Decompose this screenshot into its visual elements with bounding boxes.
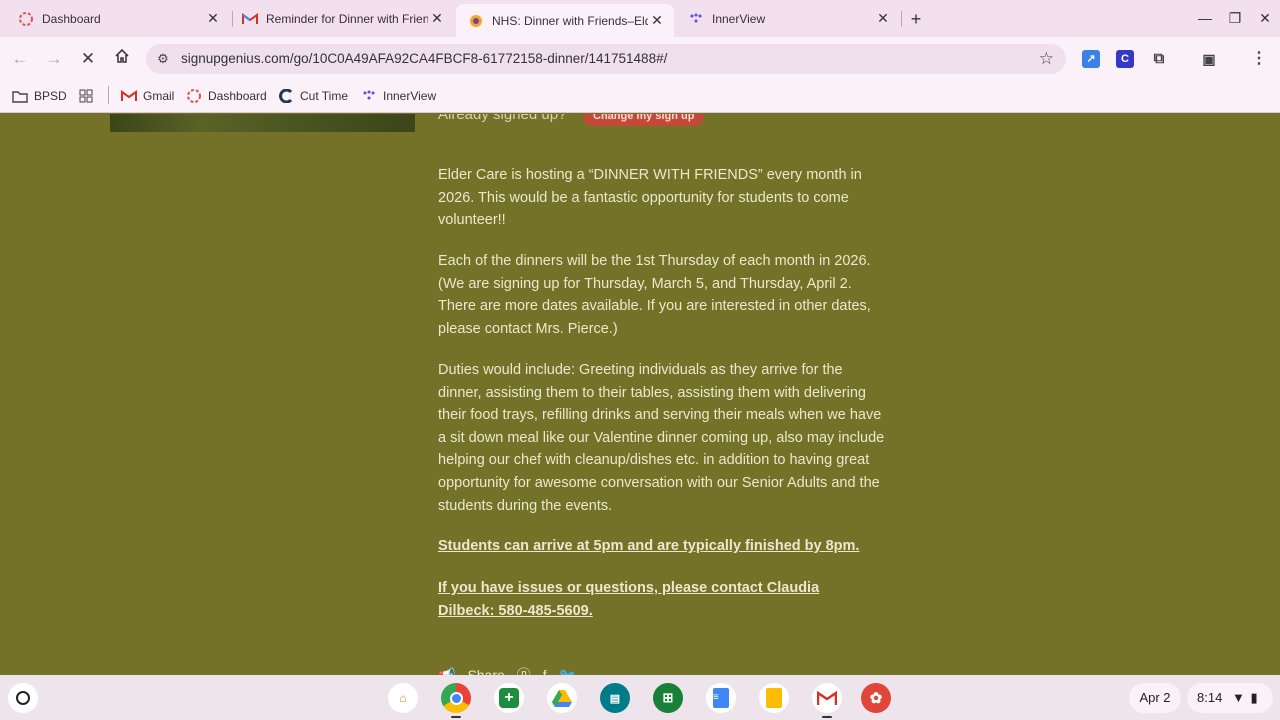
address-bar[interactable]: ⚙ signupgenius.com/go/10C0A49AFA92CA4FBC… (146, 44, 1066, 74)
twitter-icon[interactable]: 🐦 (559, 667, 576, 676)
gmail-icon (121, 88, 137, 104)
already-signed-up-label: Already signed up? (438, 114, 567, 123)
running-indicator (822, 716, 832, 718)
bookmark-label: Dashboard (208, 89, 267, 103)
description-paragraph-2: Each of the dinners will be the 1st Thur… (438, 253, 871, 337)
description-paragraph-1: Elder Care is hosting a “DINNER WITH FRI… (438, 167, 862, 229)
bookmark-label: Gmail (143, 89, 175, 103)
date-pill[interactable]: Apr 2 (1129, 683, 1181, 713)
tab-separator (901, 11, 902, 27)
contact-note: If you have issues or questions, please … (438, 580, 820, 619)
innerview-icon (688, 11, 704, 27)
asana-icon (186, 88, 202, 104)
menu-kebab-icon[interactable]: ⋮ (1250, 50, 1268, 68)
gmail-app-icon[interactable] (812, 683, 842, 713)
browser-toolbar: ← → ✕ ⚙ signupgenius.com/go/10C0A49AFA92… (0, 37, 1280, 80)
description-paragraph-3: Duties would include: Greeting individua… (438, 362, 885, 514)
close-icon[interactable]: ✕ (428, 10, 446, 28)
minimize-button[interactable]: — (1193, 8, 1217, 28)
wifi-icon: ▼ (1231, 690, 1245, 705)
facebook-icon[interactable]: f (543, 667, 547, 675)
bookmark-label: BPSD (34, 89, 67, 103)
tab-dashboard[interactable]: Dashboard ✕ (0, 4, 230, 33)
bookmark-gmail[interactable]: Gmail (121, 86, 174, 106)
extension-arrow-icon[interactable]: ↗ (1082, 50, 1100, 68)
tab-title: Dashboard (42, 11, 101, 26)
close-icon[interactable]: ✕ (648, 12, 666, 30)
url-text: signupgenius.com/go/10C0A49AFA92CA4FBCF8… (181, 51, 668, 66)
running-indicator (451, 716, 461, 718)
tab-title: NHS: Dinner with Friends–Elder (492, 13, 648, 28)
battery-icon: ▮ (1250, 690, 1258, 705)
os-shelf: ⌂ + ▤ ⊞ ≡ ✿ Apr 2 8:14 ▼ ▮ (0, 675, 1280, 720)
extensions-puzzle-icon[interactable]: ⧉ (1150, 50, 1168, 68)
google-drive-icon[interactable] (547, 683, 577, 713)
tab-innerview[interactable]: InnerView ✕ (674, 4, 900, 33)
share-label[interactable]: Share (467, 667, 504, 675)
launcher-button[interactable] (8, 683, 38, 713)
canvas-app-icon[interactable]: ✿ (861, 683, 891, 713)
innerview-icon (361, 88, 377, 104)
back-button[interactable]: ← (8, 47, 32, 71)
gmail-icon (242, 11, 258, 27)
bookmark-label: InnerView (383, 89, 437, 103)
bookmark-separator (108, 86, 109, 104)
files-app-icon[interactable]: ⌂ (388, 683, 418, 713)
tab-signupgenius[interactable]: NHS: Dinner with Friends–Elder ✕ (456, 4, 674, 37)
bookmark-label: Cut Time (300, 89, 349, 103)
clock-time: 8:14 (1197, 690, 1223, 705)
share-row: 📢 Share ⓟ f 🐦 (438, 665, 588, 676)
status-tray[interactable]: 8:14 ▼ ▮ (1187, 683, 1273, 713)
megaphone-icon: 📢 (438, 666, 456, 676)
apps-grid-icon (78, 88, 94, 104)
bookmark-cut-time[interactable]: Cut Time (278, 86, 348, 106)
sheets-app-icon[interactable]: ⊞ (653, 683, 683, 713)
asana-icon (18, 11, 34, 27)
restore-button[interactable]: ❐ (1223, 8, 1247, 28)
stop-loading-button[interactable]: ✕ (76, 47, 100, 71)
bookmark-innerview[interactable]: InnerView (361, 86, 436, 106)
launcher-icon (16, 691, 30, 705)
home-icon (115, 48, 129, 63)
bookmark-bpsd[interactable]: BPSD (12, 86, 67, 106)
classroom-app-icon[interactable]: ▤ (600, 683, 630, 713)
tab-search-icon[interactable]: ▣ (1200, 50, 1218, 68)
apps-grid-button[interactable] (78, 86, 100, 106)
tab-title: InnerView (712, 11, 766, 26)
slides-app-icon[interactable] (759, 683, 789, 713)
folder-icon (12, 88, 28, 104)
forward-button[interactable]: → (42, 47, 66, 71)
bookmark-dashboard[interactable]: Dashboard (186, 86, 267, 106)
change-sign-up-button[interactable]: Change my sign up (583, 114, 705, 126)
tab-strip: Dashboard ✕ Reminder for Dinner with Fri… (0, 0, 1280, 37)
docs-app-icon[interactable]: ≡ (706, 683, 736, 713)
cuttime-icon (278, 88, 294, 104)
close-icon[interactable]: ✕ (204, 10, 222, 28)
event-photo (110, 114, 415, 132)
arrival-time-note: Students can arrive at 5pm and are typic… (438, 538, 860, 554)
pinterest-icon[interactable]: ⓟ (517, 665, 531, 675)
sheets-plus-app-icon[interactable]: + (494, 683, 524, 713)
home-button[interactable] (110, 47, 134, 71)
bookmark-star-icon[interactable]: ☆ (1039, 49, 1054, 69)
close-icon[interactable]: ✕ (874, 10, 892, 28)
window-close-button[interactable]: ✕ (1253, 8, 1277, 28)
signupgenius-icon (468, 13, 484, 29)
new-tab-button[interactable]: + (904, 8, 928, 30)
page-content: Already signed up? Change my sign up Eld… (0, 114, 1280, 675)
tab-title: Reminder for Dinner with Friends (266, 11, 428, 26)
chrome-app-icon[interactable] (441, 683, 471, 713)
bookmarks-bar: BPSD Gmail Dashboard Cut Time InnerView (0, 80, 1280, 113)
tab-gmail-reminder[interactable]: Reminder for Dinner with Friends ✕ (224, 4, 454, 33)
extension-c-icon[interactable]: C (1116, 50, 1134, 68)
site-info-icon[interactable]: ⚙ (154, 50, 172, 68)
